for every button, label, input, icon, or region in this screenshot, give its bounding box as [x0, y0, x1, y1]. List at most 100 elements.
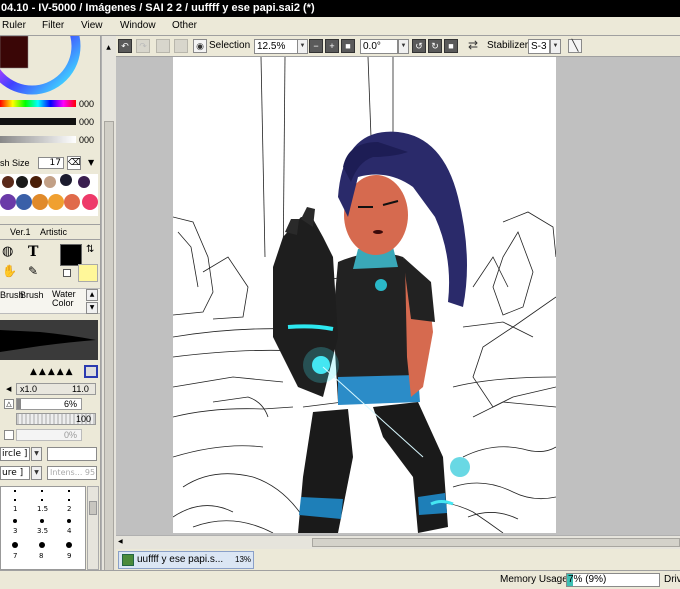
selection-visibility-icon[interactable]: ◉ — [193, 39, 207, 53]
size-grid-label-8: 8 — [39, 552, 44, 560]
menu-bar: Ruler Filter View Window Other — [0, 17, 680, 36]
tool-panel: 000 000 000 sh Size 17 ⌫ ▼ Ver.1 Artisti… — [0, 36, 101, 570]
zoom-out-icon[interactable]: − — [309, 39, 323, 53]
window-title: 04.10 - IV-5000 / Imágenes / SAI 2 2 / u… — [0, 0, 680, 17]
size-grid-label-7: 7 — [13, 552, 18, 560]
canvas-paper[interactable] — [172, 57, 557, 534]
scroll-up-icon[interactable]: ▲ — [104, 44, 113, 56]
saturation-value: 000 — [79, 117, 95, 127]
blending-checkbox[interactable] — [4, 430, 14, 440]
size-main-value: 11.0 — [72, 384, 89, 394]
canvas-hscroll-thumb[interactable] — [312, 538, 680, 547]
stabilizer-label: Stabilizer — [487, 40, 529, 51]
brush-shape-dropdown-icon[interactable]: ▼ — [31, 447, 42, 461]
rotate-left-icon[interactable]: ↺ — [412, 39, 426, 53]
brush-tool-2-label[interactable]: Brush — [20, 290, 44, 300]
bucket-tool-icon[interactable]: ◍ — [2, 244, 13, 259]
memory-usage-value: 7% (9%) — [568, 574, 607, 585]
primary-color-swatch[interactable] — [60, 244, 82, 266]
stabilizer-field[interactable]: S-3 — [528, 39, 550, 54]
undo-icon[interactable]: ↶ — [118, 39, 132, 53]
tool-scroll-up-icon[interactable]: ▲ — [86, 289, 98, 301]
brush-stroke-preview — [0, 320, 98, 360]
zoom-dropdown-icon[interactable]: ▼ — [297, 39, 308, 54]
brush-size-label: sh Size — [0, 158, 30, 168]
brush-size-field[interactable]: 17 — [38, 157, 64, 169]
density-value: 100 — [76, 414, 92, 424]
value-slider[interactable] — [0, 136, 76, 143]
hand-tool-icon[interactable]: ✋ — [2, 264, 17, 278]
brush-size-dropdown-icon[interactable]: ▼ — [88, 158, 94, 167]
rotate-right-icon[interactable]: ↻ — [428, 39, 442, 53]
size-grid-scrollbar[interactable] — [87, 486, 99, 570]
memory-usage-bar: 7% (9%) — [566, 573, 660, 587]
size-grid-label-9: 9 — [67, 552, 72, 560]
tool-scroll-down-icon[interactable]: ▼ — [86, 302, 98, 314]
invert-selection-icon[interactable] — [174, 39, 188, 53]
artwork-drawing — [172, 57, 557, 534]
color-wheel[interactable] — [0, 36, 101, 96]
document-thumbnail-icon — [122, 554, 134, 566]
document-tab-bar: uuffff y ese papi.s... 13% — [116, 549, 680, 570]
tab-ver1[interactable]: Ver.1 — [10, 227, 31, 237]
hscroll-left-icon[interactable]: ◀ — [118, 538, 123, 545]
rotation-field[interactable]: 0.0° — [360, 39, 398, 54]
menu-filter[interactable]: Filter — [42, 20, 64, 31]
min-size-icon[interactable]: △ — [4, 399, 14, 409]
panel-scroll-thumb[interactable] — [104, 121, 114, 581]
flip-horizontal-icon[interactable]: ⇄ — [466, 39, 480, 53]
brush-shape-selected[interactable] — [84, 365, 98, 378]
zoom-in-icon[interactable]: + — [325, 39, 339, 53]
menu-window[interactable]: Window — [120, 20, 156, 31]
menu-view[interactable]: View — [81, 20, 103, 31]
menu-other[interactable]: Other — [172, 20, 197, 31]
size-expand-icon[interactable]: ◀ — [6, 385, 11, 393]
menu-ruler[interactable]: Ruler — [2, 20, 26, 31]
size-grid-label-1-5: 1.5 — [37, 505, 49, 513]
transparent-color-icon[interactable] — [63, 269, 71, 277]
straight-line-icon[interactable]: ╲ — [568, 39, 582, 53]
panel-scrollbar[interactable]: ▲ — [101, 36, 116, 581]
text-tool-icon[interactable]: T — [28, 244, 38, 260]
hue-value: 000 — [79, 99, 95, 109]
watercolor-tool-label[interactable]: Water Color — [52, 290, 78, 308]
blending-value: 0% — [64, 430, 78, 440]
rotation-dropdown-icon[interactable]: ▼ — [398, 39, 409, 54]
memory-usage-label: Memory Usage — [500, 574, 568, 585]
drive-label: Driv — [664, 574, 680, 585]
document-tab-name: uuffff y ese papi.s... — [137, 554, 224, 565]
value-value: 000 — [79, 135, 95, 145]
zoom-reset-icon[interactable]: ■ — [341, 39, 355, 53]
hue-slider[interactable] — [0, 100, 76, 107]
redo-icon[interactable]: ↷ — [136, 39, 150, 53]
texture-intensity-field[interactable]: Intens... 95 — [47, 466, 97, 480]
size-grid-label-3-5: 3.5 — [37, 527, 49, 535]
saturation-slider[interactable] — [0, 118, 76, 125]
size-grid-label-3: 3 — [13, 527, 18, 535]
color-palette-swatches[interactable] — [0, 174, 98, 216]
eraser-icon[interactable]: ⌫ — [67, 156, 81, 170]
secondary-color-swatch[interactable] — [78, 264, 98, 282]
brush-shape-select[interactable]: ircle ] — [0, 447, 30, 461]
canvas-viewport[interactable] — [116, 57, 680, 535]
swap-colors-icon[interactable]: ⇅ — [86, 244, 94, 255]
size-grid-label-4: 4 — [67, 527, 72, 535]
brush-size-grid[interactable]: 1 1.5 2 3 3.5 4 7 8 9 — [0, 486, 86, 570]
min-size-value: 6% — [64, 399, 78, 409]
size-multiplier-text: x1.0 — [20, 384, 38, 394]
rotation-reset-icon[interactable]: ■ — [444, 39, 458, 53]
deselect-icon[interactable] — [156, 39, 170, 53]
tab-artistic[interactable]: Artistic — [40, 227, 67, 237]
zoom-field[interactable]: 12.5% — [254, 39, 298, 54]
document-tab[interactable]: uuffff y ese papi.s... 13% — [118, 551, 254, 569]
status-bar: Memory Usage 7% (9%) Driv — [0, 570, 680, 589]
size-grid-label-1: 1 — [13, 505, 18, 513]
brush-shape-options[interactable]: ▲▲▲▲▲ — [30, 367, 75, 377]
brush-texture-select[interactable]: ure ] — [0, 466, 30, 480]
eyedropper-tool-icon[interactable]: ✎ — [28, 264, 38, 278]
brush-shape-blank-field[interactable] — [47, 447, 97, 461]
canvas-hscrollbar[interactable]: ◀ — [116, 535, 680, 549]
size-grid-label-2: 2 — [67, 505, 72, 513]
brush-texture-dropdown-icon[interactable]: ▼ — [31, 466, 42, 480]
stabilizer-dropdown-icon[interactable]: ▼ — [550, 39, 561, 54]
